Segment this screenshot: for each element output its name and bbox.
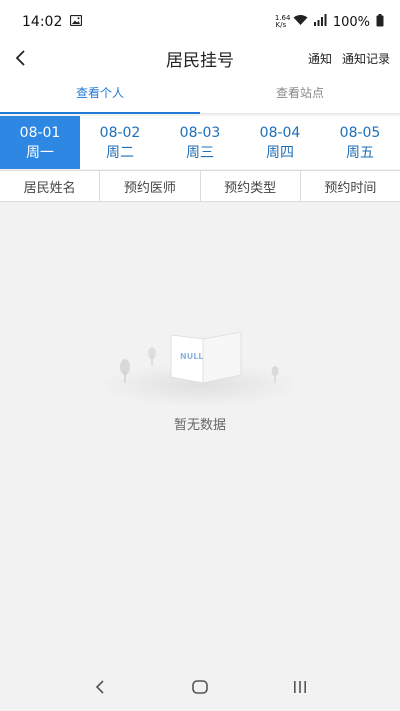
system-nav-bar <box>0 663 400 711</box>
date-label: 08-03 <box>179 124 221 141</box>
date-label: 08-01 <box>19 124 61 141</box>
empty-state-illustration: NULL <box>100 331 300 407</box>
battery-percent: 100% <box>332 14 370 30</box>
weekday-label: 周三 <box>186 144 214 161</box>
notify-button[interactable]: 通知 <box>308 50 332 67</box>
gallery-notification-icon <box>70 14 83 30</box>
date-label: 08-05 <box>339 124 381 141</box>
weekday-label: 周一 <box>26 144 54 161</box>
date-item-0802[interactable]: 08-02 周二 <box>80 116 160 169</box>
column-appointment-type: 预约类型 <box>201 171 301 201</box>
date-item-0803[interactable]: 08-03 周三 <box>160 116 240 169</box>
weekday-label: 周四 <box>266 144 294 161</box>
wifi-icon <box>293 14 308 30</box>
tab-view-personal[interactable]: 查看个人 <box>0 72 200 114</box>
back-button[interactable] <box>10 44 32 72</box>
date-selector: 08-01 周一 08-02 周二 08-03 周三 08-04 周四 08-0… <box>0 116 400 169</box>
battery-icon <box>376 13 384 31</box>
date-item-0805[interactable]: 08-05 周五 <box>320 116 400 169</box>
null-label: NULL <box>180 352 203 361</box>
status-bar: 14:02 1.64 K/s 100% <box>0 0 400 44</box>
nav-back-button[interactable] <box>80 667 120 707</box>
signal-icon <box>313 14 327 30</box>
date-label: 08-04 <box>259 124 301 141</box>
app-header: 居民挂号 通知 通知记录 <box>0 44 400 72</box>
recents-icon <box>294 681 306 693</box>
column-doctor: 预约医师 <box>100 171 201 201</box>
notify-record-button[interactable]: 通知记录 <box>342 50 390 67</box>
home-rounded-square-icon <box>192 680 208 694</box>
nav-home-button[interactable] <box>180 667 220 707</box>
weekday-label: 周二 <box>106 144 134 161</box>
tab-view-station[interactable]: 查看站点 <box>200 72 400 113</box>
status-time: 14:02 <box>22 14 63 30</box>
empty-message: 暂无数据 <box>173 418 226 433</box>
date-item-0801[interactable]: 08-01 周一 <box>0 116 80 169</box>
column-appointment-time: 预约时间 <box>324 180 377 196</box>
view-tabs: 查看个人 查看站点 <box>0 72 400 114</box>
chevron-left-icon <box>95 680 104 694</box>
weekday-label: 周五 <box>346 144 374 161</box>
column-resident-name: 居民姓名 <box>0 171 101 201</box>
date-item-0804[interactable]: 08-04 周四 <box>240 116 320 169</box>
chevron-left-icon <box>15 50 25 66</box>
network-speed: 1.64 K/s <box>274 14 291 29</box>
nav-recents-button[interactable] <box>280 667 320 707</box>
date-label: 08-02 <box>99 124 141 141</box>
table-header: 居民姓名 预约医师 预约类型 预约时间 <box>0 170 400 202</box>
